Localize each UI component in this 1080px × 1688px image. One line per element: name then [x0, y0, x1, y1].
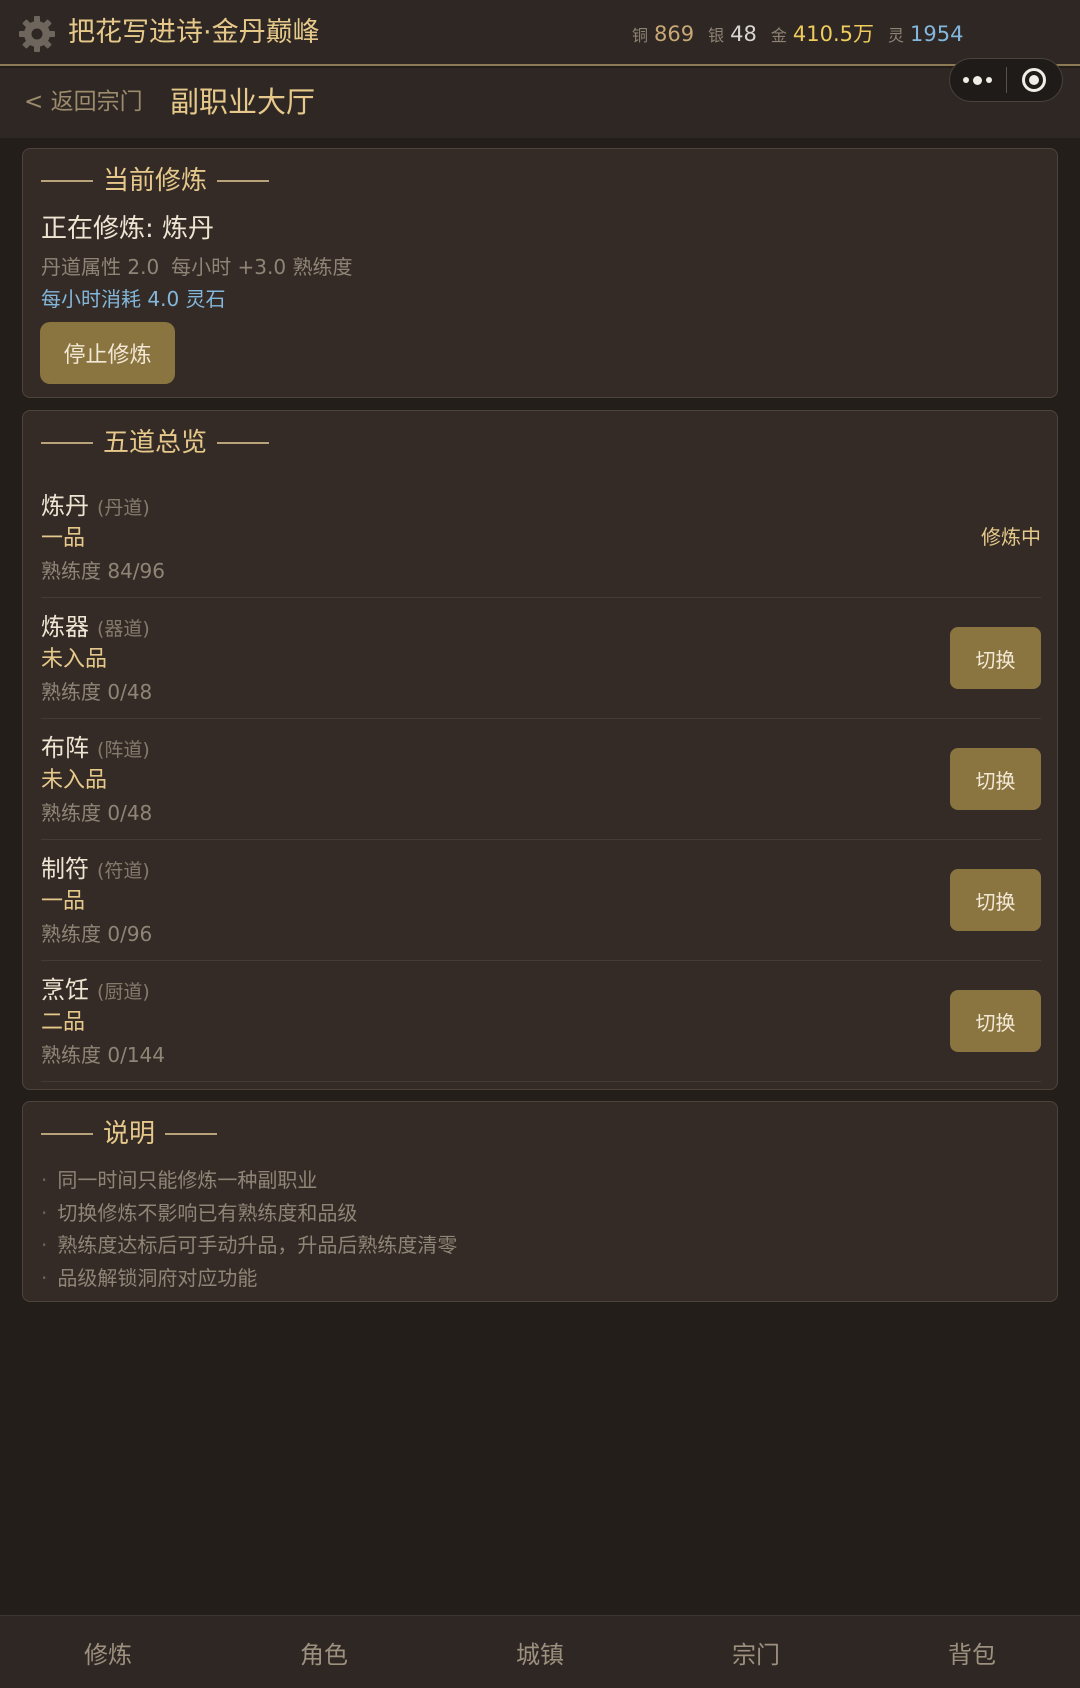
switch-button-cooking[interactable]: 切换	[950, 990, 1041, 1052]
player-title: 把花写进诗·金丹巅峰	[68, 17, 320, 48]
currency-copper: 铜 869	[632, 22, 694, 46]
currency-spirit-value: 1954	[910, 22, 964, 46]
note-bullet: ·	[41, 1168, 48, 1192]
switch-button-talisman[interactable]: 切换	[950, 869, 1041, 931]
switch-button-artifact[interactable]: 切换	[950, 627, 1041, 689]
sub-header: < 返回宗门 副职业大厅	[0, 68, 1080, 138]
page-title: 副职业大厅	[170, 85, 316, 119]
path-name-line: 布阵 (阵道)	[41, 731, 150, 767]
current-attribute-line: 丹道属性 2.0 每小时 +3.0 熟练度	[41, 249, 352, 285]
currency-silver: 银 48	[708, 22, 757, 46]
path-name: 制符	[41, 855, 89, 883]
switch-button-formation[interactable]: 切换	[950, 748, 1041, 810]
currency-copper-value: 869	[654, 22, 695, 46]
path-rank: 一品	[41, 889, 86, 914]
current-cost: 每小时消耗 4.0 灵石	[41, 287, 226, 311]
nav-item-character[interactable]: 角色	[216, 1616, 432, 1688]
currency-spirit-label: 灵	[888, 26, 905, 45]
currency-gold-label: 金	[770, 26, 787, 45]
path-category: (丹道)	[97, 497, 150, 519]
note-text: 熟练度达标后可手动升品，升品后熟练度清零	[57, 1233, 458, 1257]
notes-list: · 同一时间只能修炼一种副职业 · 切换修炼不影响已有熟练度和品级 · 熟练度达标后可…	[41, 1164, 457, 1294]
current-rate: 每小时 +3.0 熟练度	[171, 255, 353, 279]
currency-silver-value: 48	[730, 22, 757, 46]
more-dots-icon[interactable]	[950, 59, 1006, 101]
path-name: 布阵	[41, 734, 89, 762]
notes-section-title: 说明	[41, 1116, 218, 1152]
nav-item-cultivate[interactable]: 修炼	[0, 1616, 216, 1688]
target-icon[interactable]	[1007, 59, 1063, 101]
path-name-line: 烹饪 (厨道)	[41, 973, 150, 1009]
path-rank: 未入品	[41, 647, 108, 672]
stop-cultivation-button[interactable]: 停止修炼	[40, 322, 175, 384]
note-text: 切换修炼不影响已有熟练度和品级	[57, 1200, 358, 1225]
miniprogram-capsule	[949, 58, 1063, 102]
path-name: 烹饪	[41, 976, 89, 1004]
path-rank: 二品	[41, 1010, 86, 1035]
path-row-alchemy: 炼丹 (丹道) 一品 熟练度 84/96 修炼中	[41, 477, 1041, 598]
note-item: · 品级解锁洞府对应功能	[41, 1262, 457, 1295]
top-header: 把花写进诗·金丹巅峰 铜 869 银 48 金 410.5万 灵 1954	[0, 0, 1080, 66]
path-category: (厨道)	[97, 981, 150, 1003]
note-text: 品级解锁洞府对应功能	[57, 1265, 258, 1290]
current-attribute: 丹道属性 2.0	[41, 255, 160, 279]
path-progress: 熟练度 0/144	[41, 1043, 165, 1067]
note-item: · 熟练度达标后可手动升品，升品后熟练度清零	[41, 1229, 457, 1262]
notes-section-title-text: 说明	[103, 1119, 156, 1149]
note-bullet: ·	[41, 1265, 48, 1290]
five-paths-panel: 五道总览 炼丹 (丹道) 一品 熟练度 84/96 修炼中 炼器 (器道) 未入品 …	[22, 410, 1058, 1090]
path-progress: 熟练度 0/96	[41, 922, 153, 946]
bottom-nav: 修炼 角色 城镇 宗门 背包	[0, 1615, 1080, 1688]
currency-spirit: 灵 1954	[888, 22, 963, 46]
note-bullet: ·	[41, 1200, 48, 1225]
current-cultivation-panel: 当前修炼 正在修炼: 炼丹 丹道属性 2.0 每小时 +3.0 熟练度 每小时消耗…	[22, 148, 1058, 398]
current-section-title-text: 当前修炼	[103, 166, 208, 196]
path-name-line: 炼器 (器道)	[41, 610, 150, 646]
currency-silver-label: 银	[708, 26, 725, 45]
path-name-line: 炼丹 (丹道)	[41, 489, 150, 525]
currency-gold: 金 410.5万	[771, 18, 874, 48]
path-row-talisman: 制符 (符道) 一品 熟练度 0/96 切换	[41, 840, 1041, 961]
current-section-title: 当前修炼	[41, 163, 270, 199]
path-active-label: 修炼中	[981, 525, 1041, 549]
path-row-cooking: 烹饪 (厨道) 二品 熟练度 0/144 切换	[41, 961, 1041, 1082]
path-progress: 熟练度 0/48	[41, 801, 153, 825]
currency-copper-label: 铜	[632, 26, 649, 45]
currency-gold-value: 410.5万	[792, 22, 874, 46]
note-item: · 同一时间只能修炼一种副职业	[41, 1164, 457, 1197]
path-row-formation: 布阵 (阵道) 未入品 熟练度 0/48 切换	[41, 719, 1041, 840]
path-category: (符道)	[97, 860, 150, 882]
current-status: 正在修炼: 炼丹	[41, 214, 215, 244]
note-item: · 切换修炼不影响已有熟练度和品级	[41, 1197, 457, 1230]
path-row-artifact: 炼器 (器道) 未入品 熟练度 0/48 切换	[41, 598, 1041, 719]
gear-icon[interactable]	[17, 14, 57, 54]
note-bullet: ·	[41, 1233, 48, 1257]
path-progress: 熟练度 84/96	[41, 559, 165, 583]
path-progress: 熟练度 0/48	[41, 680, 153, 704]
path-category: (阵道)	[97, 739, 150, 761]
back-to-sect-link[interactable]: < 返回宗门	[24, 86, 143, 118]
paths-section-title-text: 五道总览	[103, 428, 208, 458]
path-rank: 未入品	[41, 768, 108, 793]
nav-item-backpack[interactable]: 背包	[864, 1616, 1080, 1688]
nav-item-sect[interactable]: 宗门	[648, 1616, 864, 1688]
path-name-line: 制符 (符道)	[41, 852, 150, 888]
path-name: 炼丹	[41, 492, 89, 520]
path-category: (器道)	[97, 618, 150, 640]
path-name: 炼器	[41, 613, 89, 641]
currency-bar: 铜 869 银 48 金 410.5万 灵 1954	[632, 18, 977, 48]
notes-panel: 说明 · 同一时间只能修炼一种副职业 · 切换修炼不影响已有熟练度和品级 · 熟练度达…	[22, 1101, 1058, 1302]
path-rank: 一品	[41, 526, 86, 551]
nav-item-town[interactable]: 城镇	[432, 1616, 648, 1688]
note-text: 同一时间只能修炼一种副职业	[57, 1168, 318, 1192]
paths-section-title: 五道总览	[41, 425, 270, 461]
